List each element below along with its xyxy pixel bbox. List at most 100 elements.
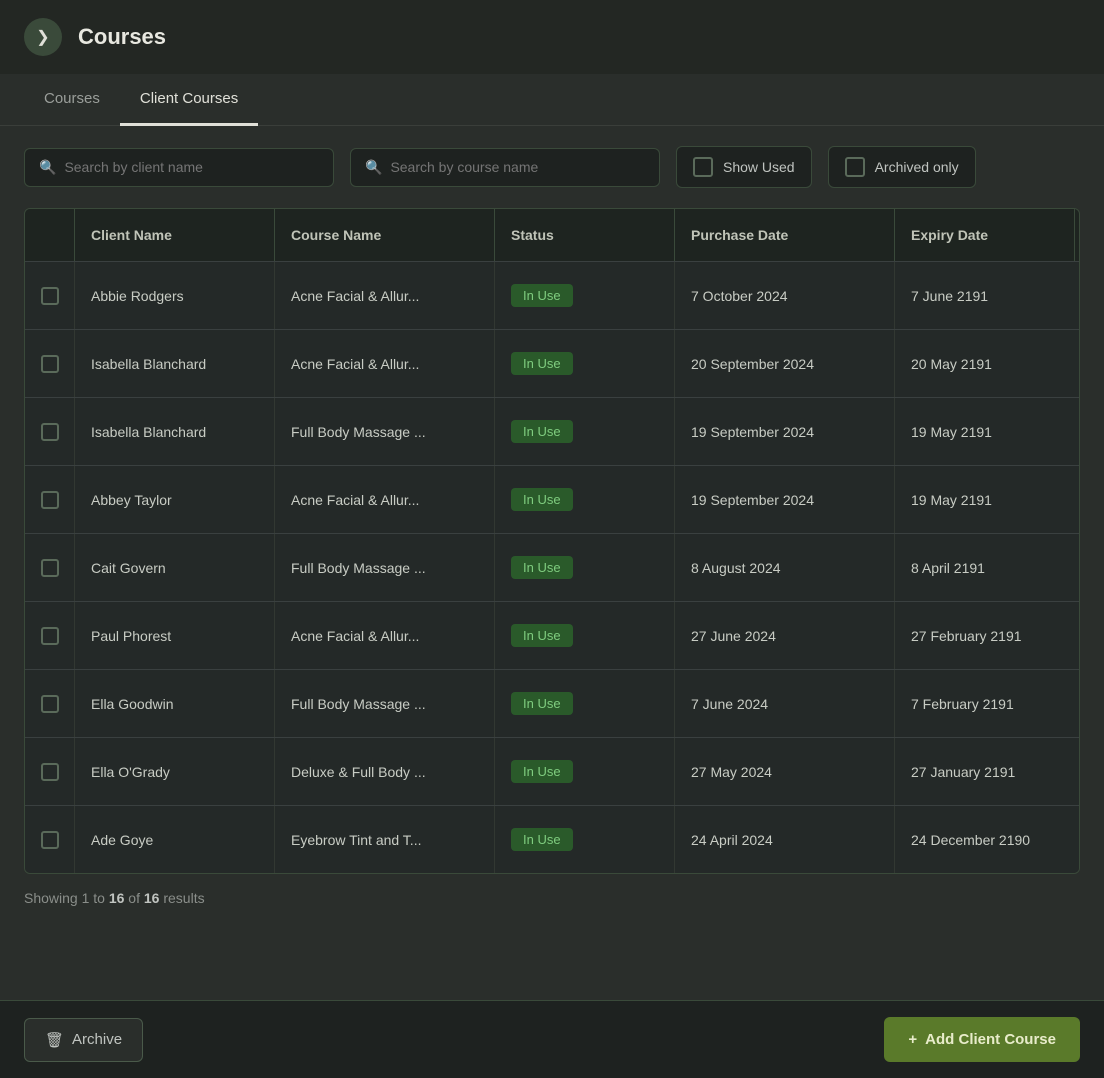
show-used-label: Show Used (723, 159, 795, 175)
col-scroll (1075, 209, 1080, 261)
col-course-name: Course Name (275, 209, 495, 261)
cell-status: In Use (495, 466, 675, 533)
chevron-right-icon: ❯ (36, 27, 49, 47)
table-header: Client Name Course Name Status Purchase … (25, 209, 1080, 261)
row-checkbox-cell[interactable] (25, 398, 75, 465)
row-checkbox-cell[interactable] (25, 466, 75, 533)
cell-expiry-date: 19 May 2191 (895, 466, 1075, 533)
col-status: Status (495, 209, 675, 261)
row-checkbox[interactable] (41, 831, 59, 849)
status-badge: In Use (511, 420, 573, 443)
status-badge: In Use (511, 828, 573, 851)
tab-courses[interactable]: Courses (24, 74, 120, 126)
cell-expiry-date: 7 June 2191 (895, 262, 1075, 329)
cell-expiry-date: 24 December 2190 (895, 806, 1075, 873)
cell-client-name: Abbie Rodgers (75, 262, 275, 329)
status-badge: In Use (511, 556, 573, 579)
cell-course-name: Acne Facial & Allur... (275, 262, 495, 329)
cell-status: In Use (495, 398, 675, 465)
search-icon: 🔍 (365, 159, 382, 176)
tab-client-courses[interactable]: Client Courses (120, 74, 258, 126)
archived-only-toggle[interactable]: Archived only (828, 146, 976, 188)
cell-expiry-date: 8 April 2191 (895, 534, 1075, 601)
cell-course-name: Acne Facial & Allur... (275, 466, 495, 533)
col-select (25, 209, 75, 261)
cell-client-name: Abbey Taylor (75, 466, 275, 533)
row-checkbox-cell[interactable] (25, 534, 75, 601)
table-row[interactable]: Abbie Rodgers Acne Facial & Allur... In … (25, 261, 1080, 329)
col-client-name: Client Name (75, 209, 275, 261)
archived-only-label: Archived only (875, 159, 959, 175)
cell-purchase-date: 19 September 2024 (675, 398, 895, 465)
cell-client-name: Paul Phorest (75, 602, 275, 669)
col-expiry-date: Expiry Date (895, 209, 1075, 261)
table-with-scrollbar: Client Name Course Name Status Purchase … (25, 209, 1079, 873)
pagination-text: Showing 1 to 16 of 16 results (24, 890, 205, 906)
cell-purchase-date: 19 September 2024 (675, 466, 895, 533)
add-client-course-button[interactable]: + Add Client Course (884, 1017, 1080, 1062)
cell-status: In Use (495, 738, 675, 805)
cell-expiry-date: 27 January 2191 (895, 738, 1075, 805)
table-row[interactable]: Isabella Blanchard Full Body Massage ...… (25, 397, 1080, 465)
row-checkbox-cell[interactable] (25, 602, 75, 669)
row-checkbox-cell[interactable] (25, 670, 75, 737)
footer: 🗑 Archive + Add Client Course (0, 1000, 1104, 1078)
table-row[interactable]: Cait Govern Full Body Massage ... In Use… (25, 533, 1080, 601)
cell-client-name: Ade Goye (75, 806, 275, 873)
search-course-input[interactable] (390, 159, 645, 175)
search-client-box[interactable]: 🔍 (24, 148, 334, 187)
table-row[interactable]: Abbey Taylor Acne Facial & Allur... In U… (25, 465, 1080, 533)
search-client-input[interactable] (64, 159, 319, 175)
cell-status: In Use (495, 330, 675, 397)
controls-bar: 🔍 🔍 Show Used Archived only (0, 126, 1104, 208)
row-checkbox[interactable] (41, 355, 59, 373)
row-checkbox[interactable] (41, 287, 59, 305)
table-row[interactable]: Ade Goye Eyebrow Tint and T... In Use 24… (25, 805, 1080, 873)
row-checkbox[interactable] (41, 763, 59, 781)
header: ❯ Courses (0, 0, 1104, 74)
cell-course-name: Acne Facial & Allur... (275, 602, 495, 669)
row-checkbox[interactable] (41, 491, 59, 509)
show-used-toggle[interactable]: Show Used (676, 146, 812, 188)
table-row[interactable]: Ella Goodwin Full Body Massage ... In Us… (25, 669, 1080, 737)
cell-status: In Use (495, 602, 675, 669)
cell-expiry-date: 27 February 2191 (895, 602, 1075, 669)
cell-client-name: Ella O'Grady (75, 738, 275, 805)
page-title: Courses (78, 24, 166, 50)
show-used-checkbox[interactable] (693, 157, 713, 177)
row-checkbox[interactable] (41, 559, 59, 577)
row-checkbox[interactable] (41, 627, 59, 645)
status-badge: In Use (511, 284, 573, 307)
table-row[interactable]: Ella O'Grady Deluxe & Full Body ... In U… (25, 737, 1080, 805)
archive-button[interactable]: 🗑 Archive (24, 1018, 143, 1062)
cell-purchase-date: 27 June 2024 (675, 602, 895, 669)
cell-purchase-date: 27 May 2024 (675, 738, 895, 805)
table-row[interactable]: Isabella Blanchard Acne Facial & Allur..… (25, 329, 1080, 397)
cell-course-name: Deluxe & Full Body ... (275, 738, 495, 805)
add-label: Add Client Course (925, 1031, 1056, 1048)
cell-status: In Use (495, 262, 675, 329)
table-row[interactable]: Paul Phorest Acne Facial & Allur... In U… (25, 601, 1080, 669)
cell-client-name: Isabella Blanchard (75, 398, 275, 465)
status-badge: In Use (511, 352, 573, 375)
archived-only-checkbox[interactable] (845, 157, 865, 177)
row-checkbox[interactable] (41, 695, 59, 713)
cell-course-name: Full Body Massage ... (275, 534, 495, 601)
row-checkbox-cell[interactable] (25, 806, 75, 873)
cell-course-name: Eyebrow Tint and T... (275, 806, 495, 873)
cell-course-name: Full Body Massage ... (275, 398, 495, 465)
archive-icon: 🗑 (45, 1031, 64, 1049)
status-badge: In Use (511, 624, 573, 647)
back-button[interactable]: ❯ (24, 18, 62, 56)
row-checkbox-cell[interactable] (25, 330, 75, 397)
cell-expiry-date: 7 February 2191 (895, 670, 1075, 737)
row-checkbox-cell[interactable] (25, 738, 75, 805)
cell-purchase-date: 20 September 2024 (675, 330, 895, 397)
cell-expiry-date: 20 May 2191 (895, 330, 1075, 397)
table-body: Abbie Rodgers Acne Facial & Allur... In … (25, 261, 1080, 873)
tabs-bar: Courses Client Courses (0, 74, 1104, 126)
row-checkbox-cell[interactable] (25, 262, 75, 329)
row-checkbox[interactable] (41, 423, 59, 441)
search-course-box[interactable]: 🔍 (350, 148, 660, 187)
cell-client-name: Ella Goodwin (75, 670, 275, 737)
